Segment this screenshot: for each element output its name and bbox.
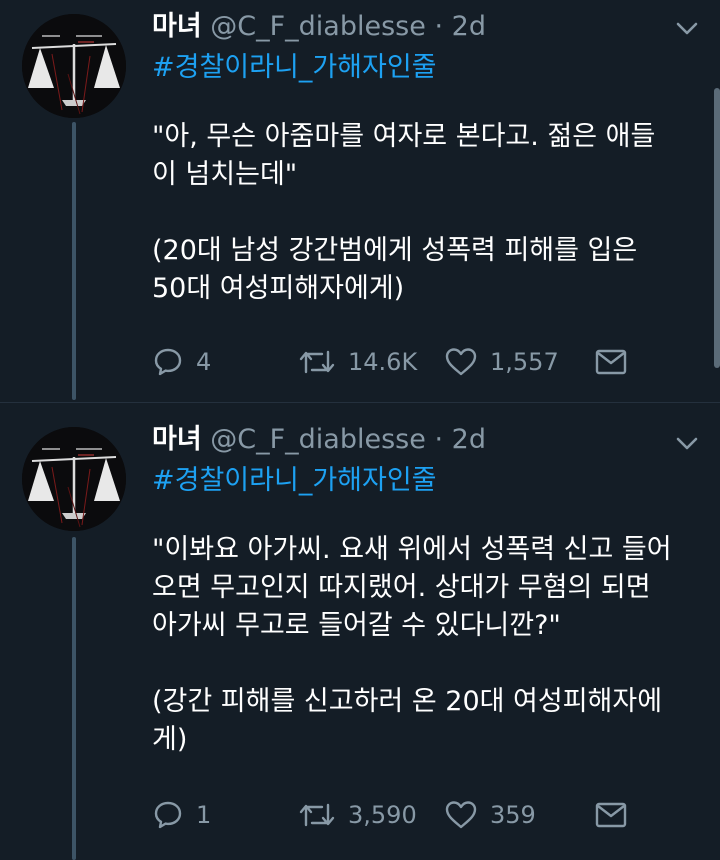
envelope-icon [595,349,627,375]
reply-button[interactable]: 4 [152,342,211,382]
reply-icon [154,348,182,376]
retweet-button[interactable]: 14.6K [298,342,417,382]
retweet-count: 14.6K [348,348,418,376]
scales-of-justice-icon [22,427,126,531]
reply-button[interactable]: 1 [152,795,211,835]
thread-line [72,122,76,400]
user-handle[interactable]: @C_F_diablesse [210,11,426,42]
reply-count: 1 [196,801,212,829]
avatar[interactable] [22,14,126,118]
tweet-actions: 4 14.6K 1,557 [152,342,690,382]
reply-count: 4 [196,348,212,376]
hashtag-link[interactable]: #경찰이라니_가해자인줄 [152,48,680,88]
tweet-text: "아, 무슨 아줌마를 여자로 본다고. 젊은 애들 이 넘치는데" (20대 … [152,118,680,308]
text-line: 아가씨 무고로 들어갈 수 있다니깐?" [152,610,561,641]
tweet-actions: 1 3,590 359 [152,795,690,835]
timestamp[interactable]: 2d [452,11,486,42]
tweet-header: 마녀 @C_F_diablesse · 2d [152,423,680,457]
like-button[interactable]: 359 [444,795,536,835]
retweet-icon [299,803,335,827]
heart-icon [445,348,477,376]
retweet-button[interactable]: 3,590 [298,795,417,835]
separator: · [434,424,444,455]
text-line: "아, 무슨 아줌마를 여자로 본다고. 젊은 애들 [152,121,656,152]
thread-line [72,537,76,860]
timestamp[interactable]: 2d [452,424,486,455]
text-line: "이봐요 아가씨. 요새 위에서 성폭력 신고 들어 [152,534,672,565]
envelope-icon [595,802,627,828]
text-line: 오면 무고인지 따지랬어. 상대가 무혐의 되면 [152,572,651,603]
user-handle[interactable]: @C_F_diablesse [210,424,426,455]
retweet-count: 3,590 [348,801,417,829]
text-line: (강간 피해를 신고하러 온 20대 여성피해자에 [152,686,663,717]
like-count: 359 [490,801,536,829]
display-name[interactable]: 마녀 [152,11,202,42]
direct-message-button[interactable] [594,342,628,382]
heart-icon [445,801,477,829]
tweet-text: "이봐요 아가씨. 요새 위에서 성폭력 신고 들어 오면 무고인지 따지랬어.… [152,531,680,759]
scrollbar[interactable] [714,88,720,368]
tweet-header: 마녀 @C_F_diablesse · 2d [152,10,680,44]
chevron-down-icon[interactable] [676,22,698,36]
separator: · [434,11,444,42]
retweet-icon [299,350,335,374]
like-button[interactable]: 1,557 [444,342,559,382]
avatar[interactable] [22,427,126,531]
tweet-2[interactable]: 마녀 @C_F_diablesse · 2d #경찰이라니_가해자인줄 "이봐요… [0,403,720,860]
text-line: 50대 여성피해자에게) [152,273,405,304]
text-line: (20대 남성 강간범에게 성폭력 피해를 입은 [152,235,638,266]
tweet-1[interactable]: 마녀 @C_F_diablesse · 2d #경찰이라니_가해자인줄 "아, … [0,0,720,400]
direct-message-button[interactable] [594,795,628,835]
text-line: 게) [152,724,188,755]
text-line: 이 넘치는데" [152,159,298,190]
hashtag-link[interactable]: #경찰이라니_가해자인줄 [152,461,680,501]
scales-of-justice-icon [22,14,126,118]
like-count: 1,557 [490,348,559,376]
chevron-down-icon[interactable] [676,437,698,451]
display-name[interactable]: 마녀 [152,424,202,455]
reply-icon [154,801,182,829]
